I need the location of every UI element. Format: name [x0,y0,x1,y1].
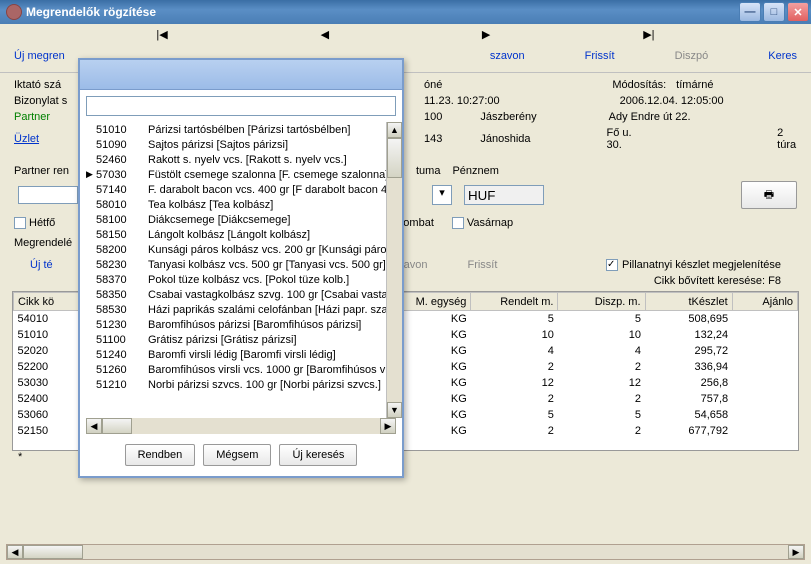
penznem-label: Pénznem [452,165,498,177]
app-icon [6,4,22,20]
popup-list-item[interactable]: 51230Baromfihúsos párizsi [Baromfihúsos … [80,317,402,332]
col-rendelt[interactable]: Rendelt m. [471,293,558,311]
new-order-link[interactable]: Új megren [14,50,65,62]
nav-next-icon[interactable]: ▶ [482,28,490,41]
scroll-thumb[interactable] [23,545,83,559]
scroll-right-icon[interactable]: ▶ [788,545,804,559]
popup-ok-button[interactable]: Rendben [125,444,196,466]
penznem-input[interactable] [464,185,544,205]
popup-list-item[interactable]: 58010Tea kolbász [Tea kolbász] [80,197,402,212]
popup-titlebar[interactable] [80,60,402,90]
popup-list-item[interactable]: 51240Baromfi virsli lédig [Baromfi virsl… [80,347,402,362]
iktato-label: Iktató szá [14,79,74,91]
col-cikk[interactable]: Cikk kö [14,293,79,311]
uzlet-code: 143 [424,133,442,145]
uzlet-extra: 2 túra [777,127,797,151]
popup-list[interactable]: 51010Párizsi tartósbélben [Párizsi tartó… [80,122,402,418]
popup-scroll-left-icon[interactable]: ◀ [86,418,102,434]
popup-list-item[interactable]: 51100Grátisz párizsi [Grátisz párizsi] [80,332,402,347]
popup-hscroll-thumb[interactable] [102,418,132,434]
printer-icon: 🖶 [764,186,774,205]
popup-list-item[interactable]: 58370Pokol tüze kolbász vcs. [Pokol tüze… [80,272,402,287]
one-label: óné [424,79,442,91]
scroll-left-icon[interactable]: ◀ [7,545,23,559]
row-marker-icon [86,169,96,180]
popup-cancel-button[interactable]: Mégsem [203,444,271,466]
scroll-up-icon[interactable]: ▲ [387,122,402,138]
uzlet-city: Jánoshida [480,133,530,145]
popup-list-item[interactable]: 57030Füstölt csemege szalonna [F. csemeg… [80,167,402,182]
partner-rend-input[interactable] [18,186,78,204]
partner-city: Jászberény [480,111,536,123]
window-title: Megrendelők rögzítése [26,5,739,19]
uzlet-label[interactable]: Üzlet [14,133,74,145]
record-nav: |◀ ◀ ▶ ▶| [0,24,811,44]
popup-list-item[interactable]: 58200Kunsági páros kolbász vcs. 200 gr [… [80,242,402,257]
popup-list-item[interactable]: 51010Párizsi tartósbélben [Párizsi tartó… [80,122,402,137]
hetfo-checkbox[interactable]: Hétfő [14,217,55,229]
popup-list-item[interactable]: 52460Rakott s. nyelv vcs. [Rakott s. nye… [80,152,402,167]
popup-list-item[interactable]: 58350Csabai vastagkolbász szvg. 100 gr [… [80,287,402,302]
phone-link[interactable]: szavon [490,50,525,62]
popup-list-item[interactable]: 58100Diákcsemege [Diákcsemege] [80,212,402,227]
col-ajanlo[interactable]: Ajánlo [732,293,797,311]
partner-label: Partner [14,111,74,123]
popup-list-item[interactable]: 57140F. darabolt bacon vcs. 400 gr [F da… [80,182,402,197]
nav-prev-icon[interactable]: ◀ [321,28,329,41]
maximize-button[interactable]: □ [763,2,785,22]
megrendele-label: Megrendelé [14,237,72,249]
popup-list-item[interactable]: 51260Baromfihúsos virsli vcs. 1000 gr [B… [80,362,402,377]
scroll-down-icon[interactable]: ▼ [387,402,402,418]
ombat-label: ombat [403,217,434,229]
popup-search-input[interactable] [86,96,396,116]
dispo-link[interactable]: Diszpó [675,50,709,62]
tuma-label: tuma [416,165,440,177]
horizontal-scrollbar[interactable]: ◀ ▶ [6,544,805,560]
print-button[interactable]: 🖶 [741,181,797,209]
datetime2: 2006.12.04. 12:05:00 [620,95,724,107]
partner-addr: Ady Endre út 22. [609,111,691,123]
popup-hscrollbar[interactable]: ◀ ▶ [86,418,396,434]
modositas-label: Módosítás: [612,79,666,91]
partner-rend-label: Partner ren [14,165,74,177]
sub-refresh-link[interactable]: Frissít [467,259,497,271]
partner-code: 100 [424,111,442,123]
tuma-dropdown[interactable]: ▾ [432,185,452,205]
datetime1: 11.23. 10:27:00 [424,95,500,107]
live-stock-checkbox[interactable]: Pillanatnyi készlet megjelenítése [606,259,781,271]
popup-list-item[interactable]: 58230Tanyasi kolbász vcs. 500 gr [Tanyas… [80,257,402,272]
vasarnap-checkbox[interactable]: Vasárnap [452,217,513,229]
popup-vscroll-thumb[interactable] [387,138,402,178]
popup-vscrollbar[interactable]: ▲ ▼ [386,122,402,418]
popup-list-item[interactable]: 51090Sajtos párizsi [Sajtos párizsi] [80,137,402,152]
refresh-link[interactable]: Frissít [585,50,615,62]
col-keszlet[interactable]: tKészlet [645,293,732,311]
popup-list-item[interactable]: 51210Norbi párizsi szvcs. 100 gr [Norbi … [80,377,402,392]
minimize-button[interactable]: — [739,2,761,22]
uzlet-addr: Fő u. 30. [607,127,638,151]
popup-list-item[interactable]: 58150Lángolt kolbász [Lángolt kolbász] [80,227,402,242]
uj-te-link[interactable]: Új té [30,259,53,271]
bizonylat-label: Bizonylat s [14,95,74,107]
popup-new-search-button[interactable]: Új keresés [279,444,357,466]
popup-list-item[interactable]: 58530Házi paprikás szalámi celofánban [H… [80,302,402,317]
popup-scroll-right-icon[interactable]: ▶ [380,418,396,434]
col-diszp[interactable]: Diszp. m. [558,293,645,311]
close-button[interactable]: ✕ [787,2,809,22]
search-link[interactable]: Keres [768,50,797,62]
modositas-user: tímárné [676,79,713,91]
lookup-popup: 51010Párizsi tartósbélben [Párizsi tartó… [78,58,404,478]
nav-first-icon[interactable]: |◀ [156,28,167,41]
titlebar: Megrendelők rögzítése — □ ✕ [0,0,811,24]
nav-last-icon[interactable]: ▶| [643,28,654,41]
